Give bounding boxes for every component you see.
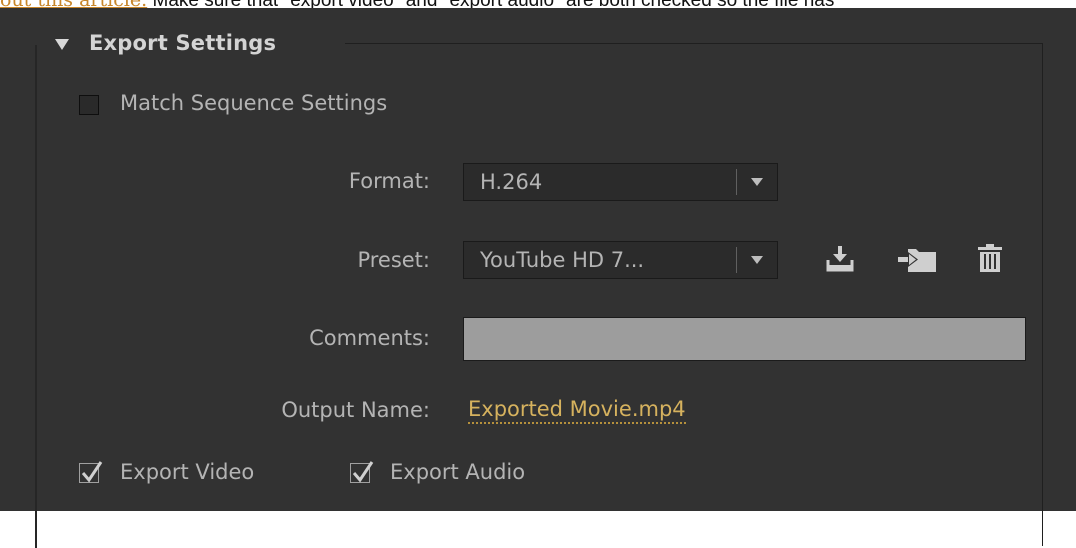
format-dropdown[interactable]: H.264 (463, 163, 778, 201)
format-value: H.264 (480, 170, 543, 194)
export-audio-label: Export Audio (390, 460, 526, 484)
preset-dropdown[interactable]: YouTube HD 7... (463, 241, 778, 279)
format-label: Format: (348, 169, 430, 193)
dropdown-separator (736, 247, 737, 273)
export-settings-header[interactable]: Export Settings (45, 28, 287, 58)
output-name-link[interactable]: Exported Movie.mp4 (468, 396, 686, 424)
import-preset-icon[interactable] (896, 244, 938, 274)
group-border-right (1042, 43, 1043, 546)
panel-left-border (35, 45, 37, 548)
export-video-label: Export Video (120, 460, 255, 484)
export-audio-checkbox[interactable] (350, 461, 374, 483)
section-title: Export Settings (89, 31, 277, 55)
chevron-down-icon[interactable] (751, 178, 763, 186)
output-name-label: Output Name: (281, 398, 430, 422)
match-sequence-label: Match Sequence Settings (120, 91, 388, 115)
trash-icon[interactable] (975, 242, 1005, 272)
disclosure-triangle-icon[interactable] (55, 38, 69, 50)
group-divider (345, 43, 1043, 44)
preset-label: Preset: (357, 248, 430, 272)
preset-value: YouTube HD 7... (480, 248, 645, 272)
save-preset-icon[interactable] (825, 243, 855, 273)
match-sequence-checkbox[interactable] (79, 95, 99, 115)
comments-input[interactable] (463, 317, 1026, 361)
export-video-checkbox[interactable] (79, 461, 103, 483)
comments-label: Comments: (309, 326, 430, 350)
dropdown-separator (736, 169, 737, 195)
chevron-down-icon[interactable] (751, 256, 763, 264)
